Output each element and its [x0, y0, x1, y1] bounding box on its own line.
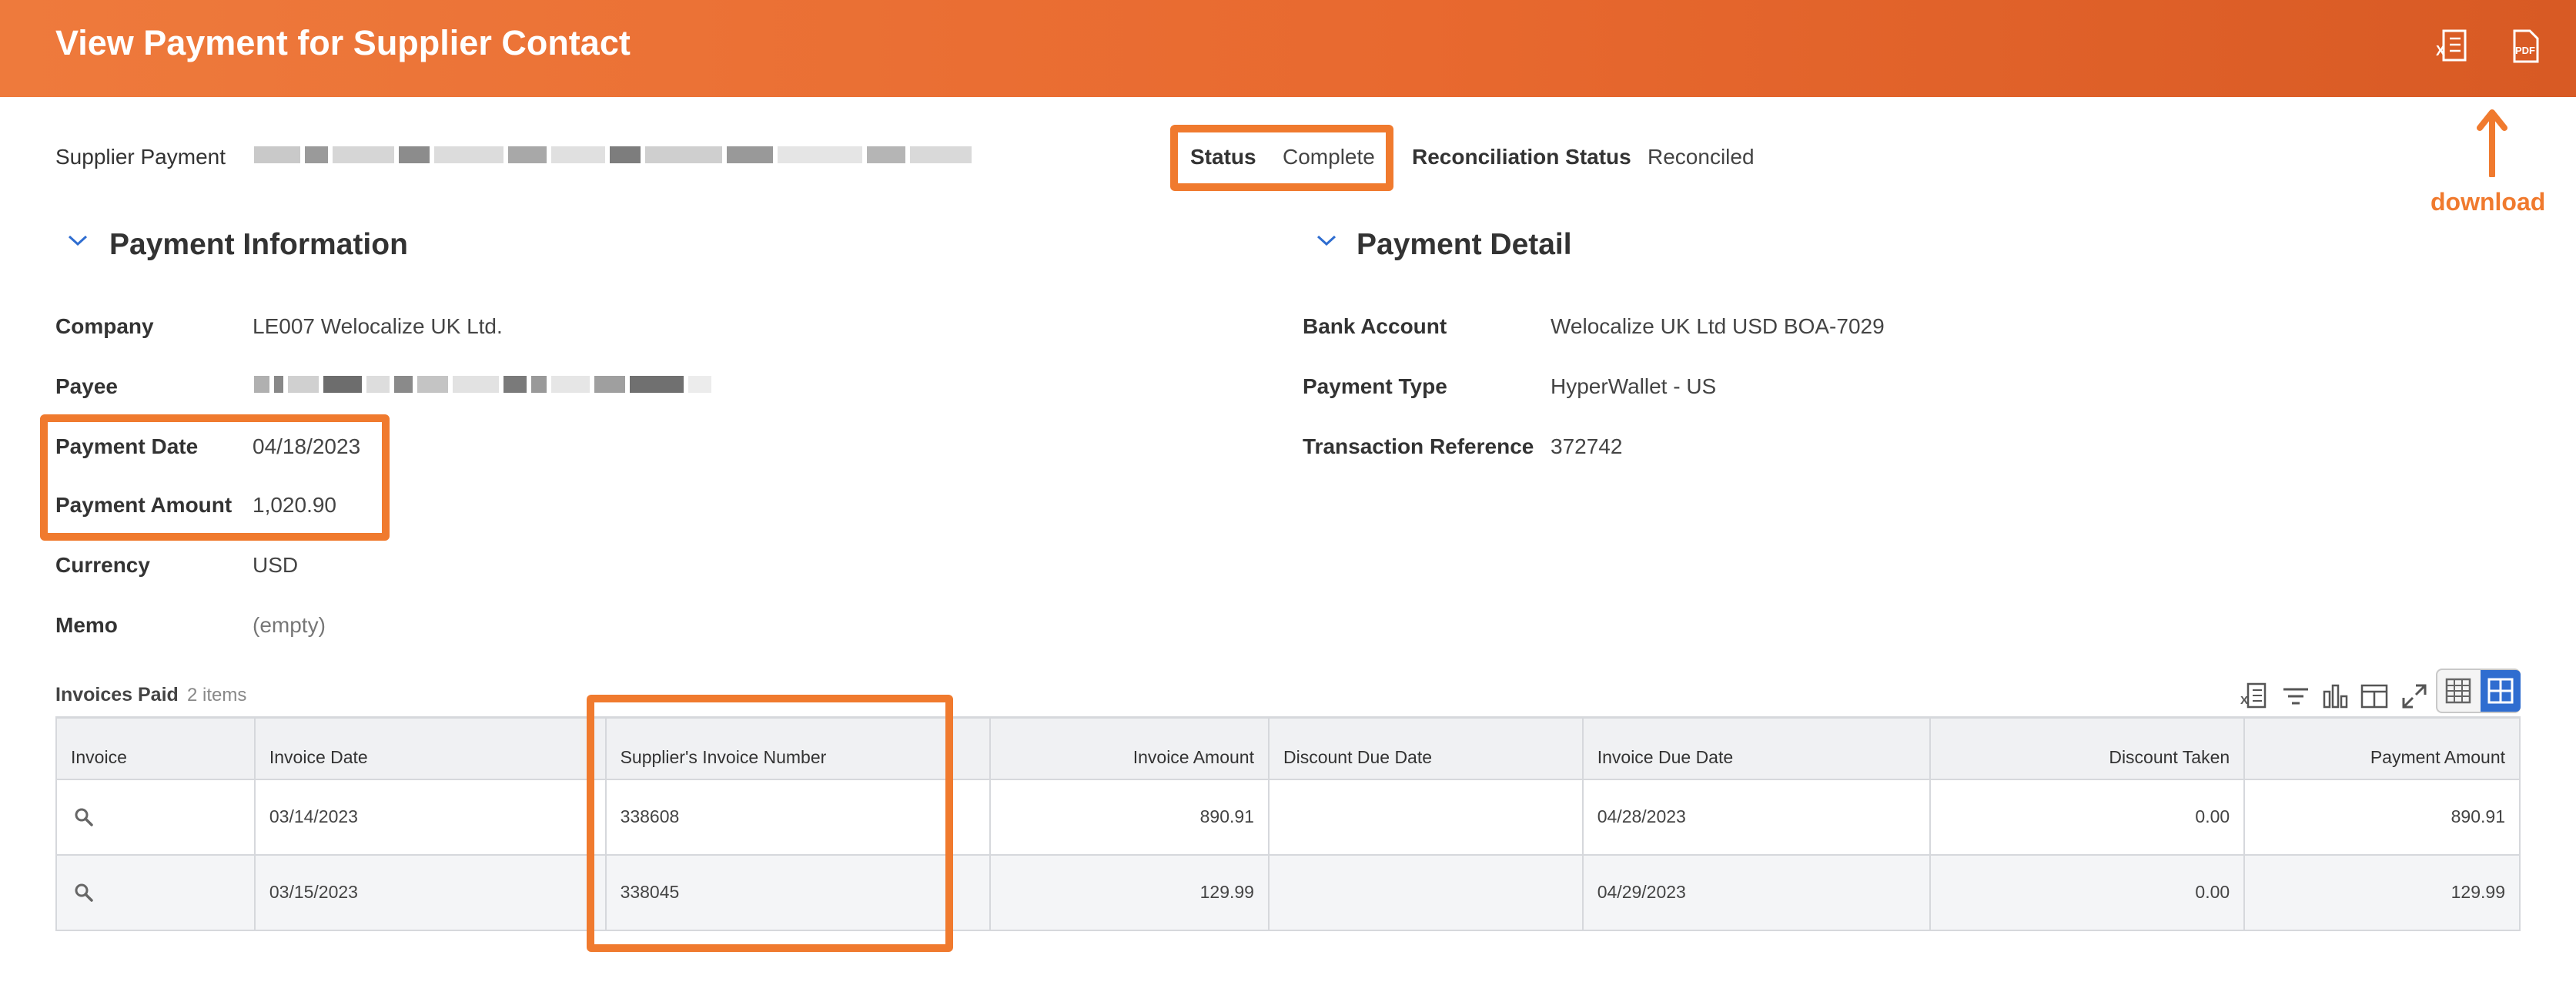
- bank-account-value: Welocalize UK Ltd USD BOA-7029: [1551, 314, 1885, 338]
- table-view-icon[interactable]: [2441, 673, 2476, 709]
- excel-export-icon[interactable]: X: [2433, 26, 2473, 66]
- filter-icon[interactable]: [2280, 681, 2311, 712]
- svg-text:X: X: [2436, 43, 2445, 59]
- transaction-reference-label: Transaction Reference: [1303, 434, 1534, 458]
- chevron-down-icon[interactable]: [66, 233, 89, 248]
- payment-type-value: HyperWallet - US: [1551, 374, 1717, 398]
- table-row: 03/14/2023 338608 890.91 04/28/2023 0.00…: [55, 778, 2521, 856]
- payment-amount-label: Payment Amount: [55, 493, 233, 517]
- page-title: View Payment for Supplier Contact: [55, 23, 631, 62]
- supplier-invoice-number-highlight-box: [587, 695, 953, 952]
- reconciliation-status-value: Reconciled: [1648, 145, 1755, 169]
- discount-due-date-cell: [1267, 778, 1584, 856]
- memo-label: Memo: [55, 613, 118, 637]
- discount-taken-cell: 0.00: [1929, 778, 2246, 856]
- discount-due-date-cell: [1267, 853, 1584, 931]
- invoice-amount-cell: 890.91: [989, 778, 1270, 856]
- column-header-invoice-due-date[interactable]: Invoice Due Date: [1581, 716, 1932, 780]
- download-annotation: download: [2430, 188, 2546, 216]
- reconciliation-status-label: Reconciliation Status: [1412, 145, 1631, 169]
- transaction-reference-value: 372742: [1551, 434, 1623, 458]
- page-header: View Payment for Supplier Contact X PDF: [0, 0, 2576, 97]
- grid-view-icon[interactable]: [2481, 670, 2521, 712]
- table-row: 03/15/2023 338045 129.99 04/29/2023 0.00…: [55, 853, 2521, 931]
- currency-value: USD: [253, 553, 299, 577]
- pdf-export-icon[interactable]: PDF: [2505, 26, 2545, 66]
- payment-type-label: Payment Type: [1303, 374, 1447, 398]
- payee-value-redacted: [254, 376, 716, 397]
- column-layout-icon[interactable]: [2359, 681, 2390, 712]
- invoice-date-cell: 03/14/2023: [253, 778, 607, 856]
- payment-date-amount-highlight-box: [40, 414, 390, 541]
- invoice-amount-cell: 129.99: [989, 853, 1270, 931]
- download-arrow-icon: [2477, 109, 2507, 177]
- invoice-date-cell: 03/15/2023: [253, 853, 607, 931]
- chevron-down-icon[interactable]: [1315, 233, 1338, 248]
- view-toggle: [2436, 669, 2521, 713]
- status-highlight-box: [1170, 125, 1393, 191]
- invoices-table: Invoice Invoice Date Supplier's Invoice …: [55, 716, 2521, 931]
- payee-label: Payee: [55, 374, 118, 398]
- column-header-discount-due-date[interactable]: Discount Due Date: [1267, 716, 1584, 780]
- column-header-payment-amount[interactable]: Payment Amount: [2243, 716, 2521, 780]
- invoices-item-count: 2 items: [187, 685, 247, 705]
- bank-account-label: Bank Account: [1303, 314, 1447, 338]
- payment-detail-heading: Payment Detail: [1357, 228, 1572, 261]
- supplier-payment-value-redacted: [254, 146, 976, 168]
- invoice-due-date-cell: 04/28/2023: [1581, 778, 1932, 856]
- company-value: LE007 Welocalize UK Ltd.: [253, 314, 503, 338]
- table-header-row: Invoice Invoice Date Supplier's Invoice …: [55, 716, 2521, 780]
- supplier-payment-label: Supplier Payment: [55, 145, 226, 169]
- invoice-due-date-cell: 04/29/2023: [1581, 853, 1932, 931]
- memo-value: (empty): [253, 613, 326, 637]
- column-header-invoice-amount[interactable]: Invoice Amount: [989, 716, 1270, 780]
- payment-date-value: 04/18/2023: [253, 434, 361, 458]
- discount-taken-cell: 0.00: [1929, 853, 2246, 931]
- column-header-invoice-date[interactable]: Invoice Date: [253, 716, 607, 780]
- currency-label: Currency: [55, 553, 150, 577]
- payment-amount-cell: 129.99: [2243, 853, 2521, 931]
- payment-date-label: Payment Date: [55, 434, 199, 458]
- svg-text:PDF: PDF: [2515, 45, 2535, 56]
- export-to-excel-icon[interactable]: X: [2239, 681, 2270, 712]
- column-header-invoice[interactable]: Invoice: [55, 716, 256, 780]
- fullscreen-icon[interactable]: [2399, 681, 2430, 712]
- payment-information-heading: Payment Information: [109, 228, 408, 261]
- payment-amount-value: 1,020.90: [253, 493, 336, 517]
- column-header-discount-taken[interactable]: Discount Taken: [1929, 716, 2246, 780]
- invoice-lookup-cell[interactable]: [55, 778, 256, 856]
- svg-text:X: X: [2240, 694, 2248, 707]
- invoice-lookup-cell[interactable]: [55, 853, 256, 931]
- invoices-paid-title: Invoices Paid: [55, 684, 179, 705]
- magnifier-icon[interactable]: [74, 807, 94, 827]
- payment-amount-cell: 890.91: [2243, 778, 2521, 856]
- magnifier-icon[interactable]: [74, 883, 94, 903]
- chart-icon[interactable]: [2320, 681, 2351, 712]
- company-label: Company: [55, 314, 154, 338]
